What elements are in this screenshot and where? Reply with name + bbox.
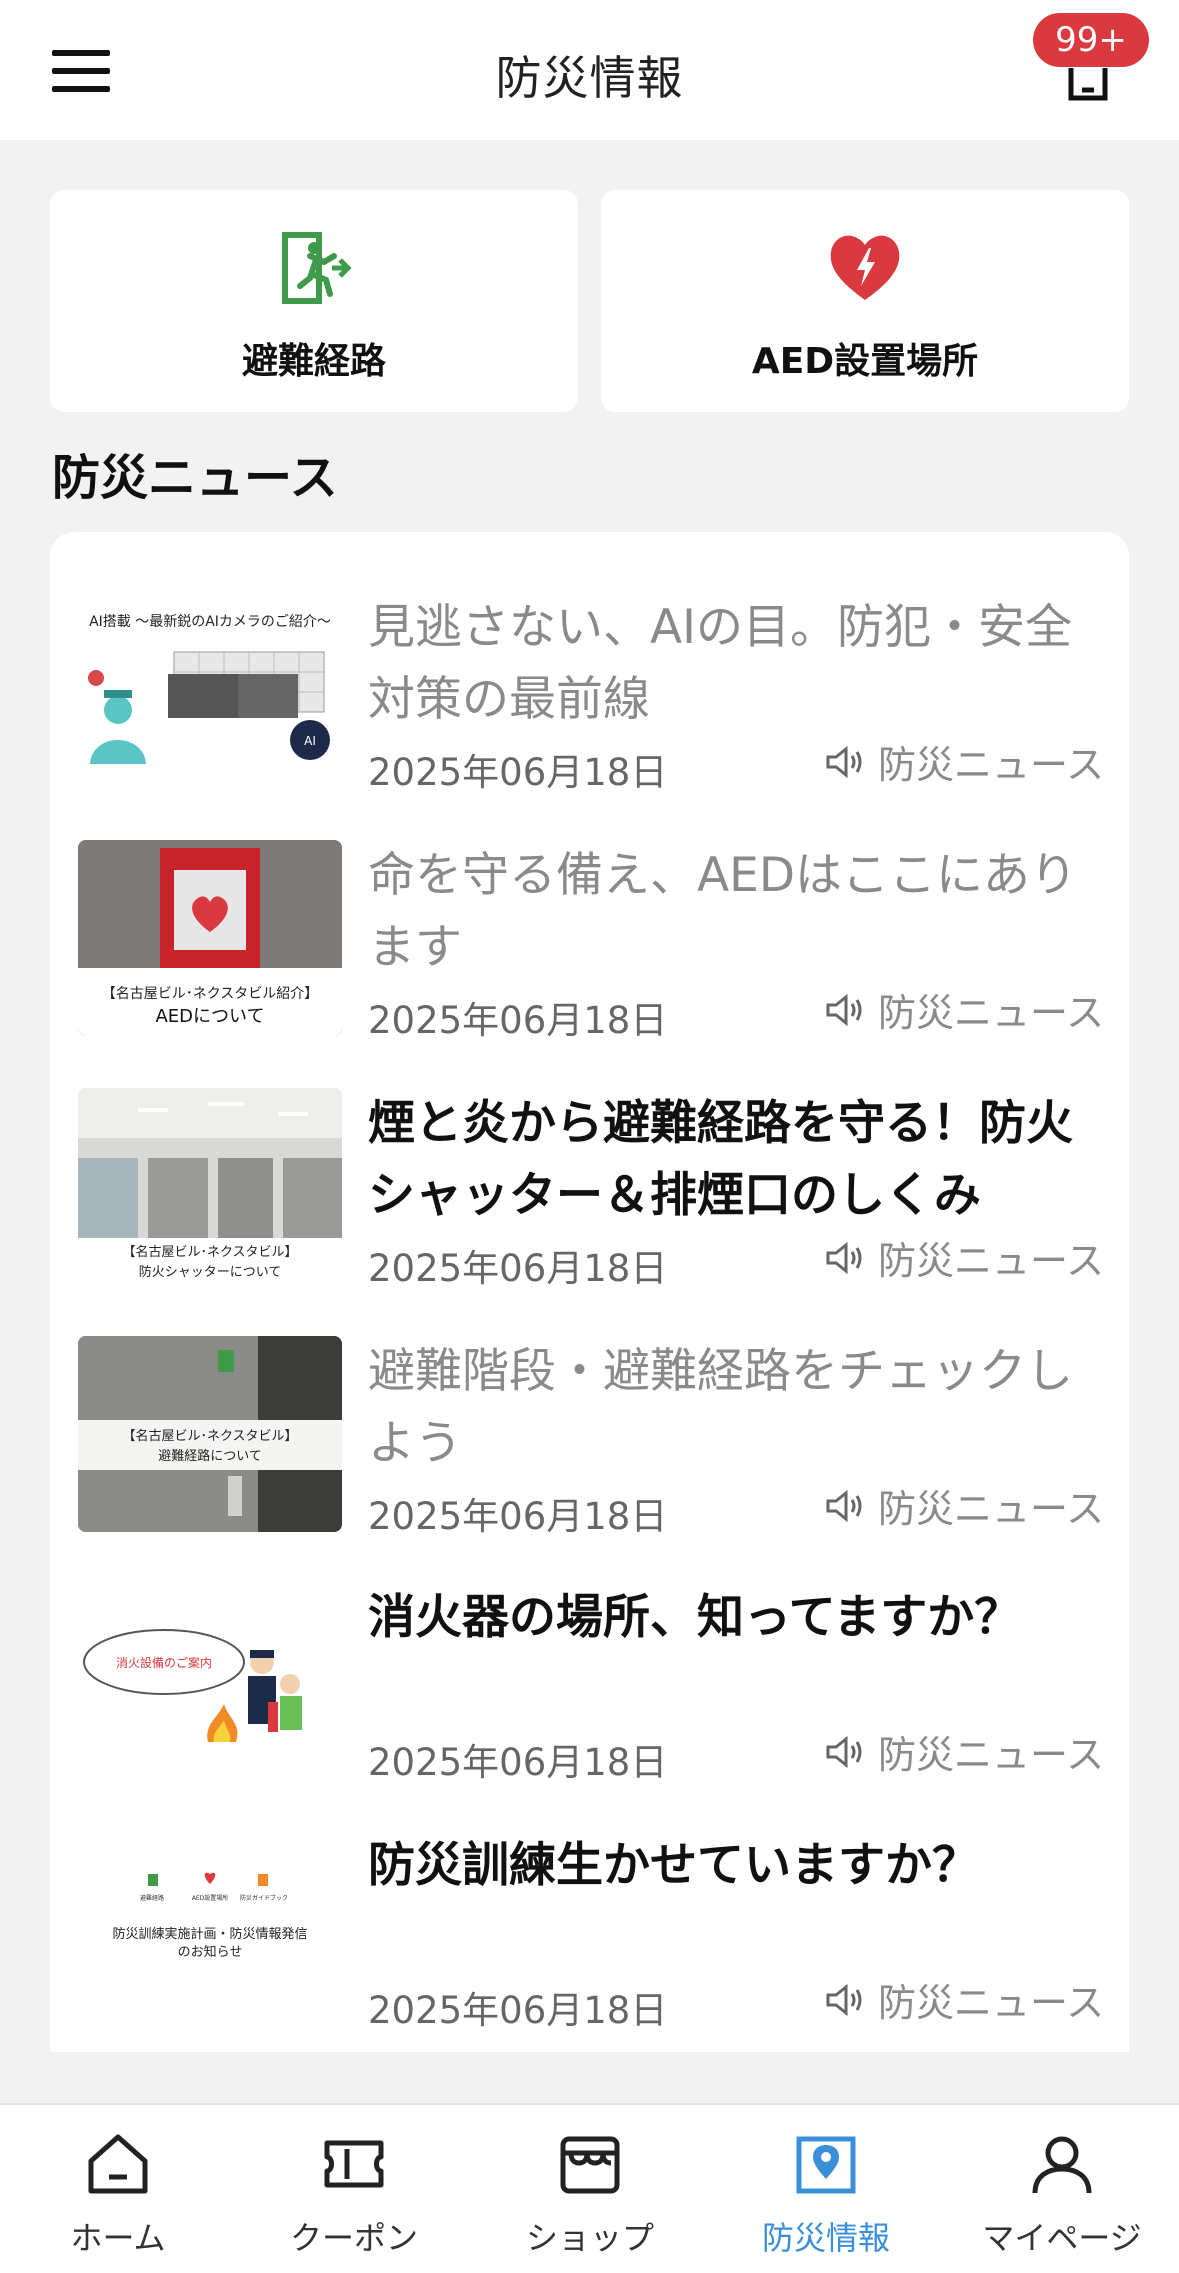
nav-label: マイページ: [982, 2219, 1142, 2257]
nav-mypage[interactable]: マイページ: [944, 2105, 1179, 2273]
news-item[interactable]: 【名古屋ビル･ネクスタビル紹介】 AEDについて 命を守る備え、AEDはここにあ…: [50, 840, 1129, 1088]
news-title: 避難階段・避難経路をチェックしよう: [368, 1344, 1073, 1471]
news-item[interactable]: AI搭載 〜最新鋭のAIカメラのご紹介〜 AI 見逃さない、AIの目。防犯・安全…: [50, 592, 1129, 840]
news-title: 見逃さない、AIの目。防犯・安全対策の最前線: [368, 600, 1073, 727]
news-date: 2025年06月18日: [368, 1247, 668, 1290]
news-item[interactable]: 避難経路 AED設置場所 防災ガイドブック 防災訓練実施計画・防災情報発信 のお…: [50, 1830, 1129, 2078]
news-list: AI搭載 〜最新鋭のAIカメラのご紹介〜 AI 見逃さない、AIの目。防犯・安全…: [50, 532, 1129, 2052]
thumb-caption: 【名古屋ビル･ネクスタビル】: [122, 1428, 297, 1444]
speaker-icon: [826, 1241, 862, 1274]
aed-location-card[interactable]: AED設置場所: [601, 190, 1129, 412]
thumb-label: 防災ガイドブック: [240, 1894, 288, 1902]
thumb-caption: 消火設備のご案内: [116, 1655, 212, 1670]
news-category: 防災ニュース: [824, 1724, 1104, 1779]
speaker-icon: [826, 1735, 862, 1768]
thumb-caption: AI搭載 〜最新鋭のAIカメラのご紹介〜: [89, 614, 331, 630]
nav-coupon[interactable]: クーポン: [236, 2105, 472, 2273]
disaster-map-icon: [796, 2136, 856, 2194]
news-title: 煙と炎から避難経路を守る！防火シャッター＆排煙口のしくみ: [368, 1096, 1073, 1223]
nav-label: クーポン: [289, 2219, 418, 2257]
news-date: 2025年06月18日: [368, 1741, 668, 1784]
news-category-label: 防災ニュース: [878, 1733, 1105, 1777]
fire-extinguisher-illustration: 消火設備のご案内: [83, 1629, 302, 1742]
app-header: 防災情報 99+: [0, 0, 1179, 140]
news-category: 防災ニュース: [824, 1972, 1104, 2027]
nav-label: 防災情報: [761, 2219, 890, 2257]
news-date: 2025年06月18日: [368, 751, 668, 794]
page-title: 防災情報: [495, 51, 684, 105]
nav-shop[interactable]: ショップ: [472, 2105, 708, 2273]
news-category-label: 防災ニュース: [878, 1239, 1105, 1283]
thumb-caption: 防火シャッターについて: [139, 1264, 282, 1280]
news-category: 防災ニュース: [824, 982, 1104, 1037]
news-item[interactable]: 【名古屋ビル･ネクスタビル】 防火シャッターについて 煙と炎から避難経路を守る！…: [50, 1088, 1129, 1336]
evacuation-stairs-photo: 【名古屋ビル･ネクスタビル】 避難経路について: [78, 1336, 342, 1532]
aed-photo: 【名古屋ビル･ネクスタビル紹介】 AEDについて: [78, 840, 342, 1036]
news-date: 2025年06月18日: [368, 1989, 668, 2032]
fire-shutter-photo: 【名古屋ビル･ネクスタビル】 防火シャッターについて: [78, 1088, 342, 1284]
news-section-title: 防災ニュース: [52, 450, 338, 506]
speaker-icon: [826, 745, 862, 778]
aed-heart-icon: [830, 235, 900, 300]
news-title: 命を守る備え、AEDはここにあります: [368, 848, 1078, 975]
news-item[interactable]: 【名古屋ビル･ネクスタビル】 避難経路について 避難階段・避難経路をチェックしよ…: [50, 1336, 1129, 1584]
news-category-label: 防災ニュース: [878, 991, 1105, 1035]
evacuation-route-card[interactable]: 避難経路: [50, 190, 578, 412]
news-category-label: 防災ニュース: [878, 1487, 1105, 1531]
nav-disaster-info[interactable]: 防災情報: [708, 2105, 944, 2273]
quick-link-label: AED設置場所: [751, 341, 979, 382]
news-category: 防災ニュース: [824, 1478, 1104, 1533]
news-category: 防災ニュース: [824, 734, 1104, 789]
speaker-icon: [826, 993, 862, 1026]
news-thumbnail: 【名古屋ビル･ネクスタビル】 防火シャッターについて: [78, 1088, 342, 1284]
user-icon: [1032, 2136, 1092, 2194]
news-thumbnail: 【名古屋ビル･ネクスタビル】 避難経路について: [78, 1336, 342, 1532]
thumb-caption: 防災訓練実施計画・防災情報発信: [112, 1926, 307, 1942]
svg-text:AI: AI: [304, 734, 316, 748]
news-category-label: 防災ニュース: [878, 1981, 1105, 2025]
nav-label: ショップ: [525, 2219, 654, 2257]
thumb-caption: AEDについて: [155, 1006, 264, 1027]
emergency-exit-icon: [282, 232, 352, 304]
news-thumbnail: 避難経路 AED設置場所 防災ガイドブック 防災訓練実施計画・防災情報発信 のお…: [78, 1840, 342, 2036]
quick-link-label: 避難経路: [241, 341, 386, 382]
thumb-caption: 【名古屋ビル･ネクスタビル紹介】: [102, 986, 319, 1002]
news-date: 2025年06月18日: [368, 999, 668, 1042]
news-category: 防災ニュース: [824, 1230, 1104, 1285]
disaster-drill-illustration: 避難経路 AED設置場所 防災ガイドブック 防災訓練実施計画・防災情報発信 のお…: [112, 1872, 308, 1960]
news-thumbnail: 【名古屋ビル･ネクスタビル紹介】 AEDについて: [78, 840, 342, 1036]
home-icon: [88, 2134, 148, 2194]
thumb-caption: 避難経路について: [158, 1448, 262, 1464]
nav-home[interactable]: ホーム: [0, 2105, 236, 2273]
speaker-icon: [826, 1489, 862, 1522]
ai-camera-illustration: AI搭載 〜最新鋭のAIカメラのご紹介〜 AI: [88, 614, 331, 764]
news-title: 防災訓練生かせていますか？: [368, 1838, 979, 1893]
speaker-icon: [826, 1983, 862, 2016]
thumb-label: 避難経路: [140, 1894, 164, 1902]
bottom-nav: ホーム クーポン ショップ 防災情報 マイページ: [0, 2103, 1179, 2273]
nav-label: ホーム: [70, 2219, 166, 2257]
news-category-label: 防災ニュース: [878, 743, 1105, 787]
news-title: 消火器の場所、知ってますか？: [368, 1590, 1022, 1645]
shop-icon: [560, 2136, 620, 2194]
thumb-label: AED設置場所: [192, 1894, 229, 1902]
news-item[interactable]: 消火設備のご案内 消火器の場所、知ってますか？ 2025年06月18日 防災ニュ…: [50, 1582, 1129, 1830]
thumb-caption: 【名古屋ビル･ネクスタビル】: [122, 1244, 297, 1260]
news-thumbnail: 消火設備のご案内: [78, 1592, 342, 1788]
news-date: 2025年06月18日: [368, 1495, 668, 1538]
thumb-caption: のお知らせ: [178, 1944, 243, 1960]
coupon-icon: [324, 2140, 384, 2188]
notification-badge: 99+: [1033, 13, 1149, 67]
news-thumbnail: AI搭載 〜最新鋭のAIカメラのご紹介〜 AI: [78, 592, 342, 788]
